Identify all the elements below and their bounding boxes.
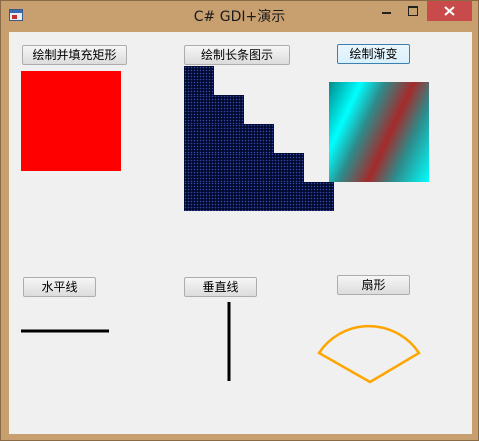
- minimize-icon[interactable]: [373, 1, 399, 21]
- sector-shape: [317, 324, 421, 384]
- close-icon[interactable]: [427, 1, 472, 21]
- main-window: C# GDI+演示 绘制并填充矩形 绘制长条图示 绘制渐变 水平线 垂直线 扇形: [0, 0, 479, 441]
- title-bar[interactable]: C# GDI+演示: [1, 1, 478, 32]
- maximize-icon[interactable]: [400, 1, 426, 21]
- client-area: 绘制并填充矩形 绘制长条图示 绘制渐变 水平线 垂直线 扇形: [9, 32, 472, 434]
- drawing-canvas: [21, 302, 421, 384]
